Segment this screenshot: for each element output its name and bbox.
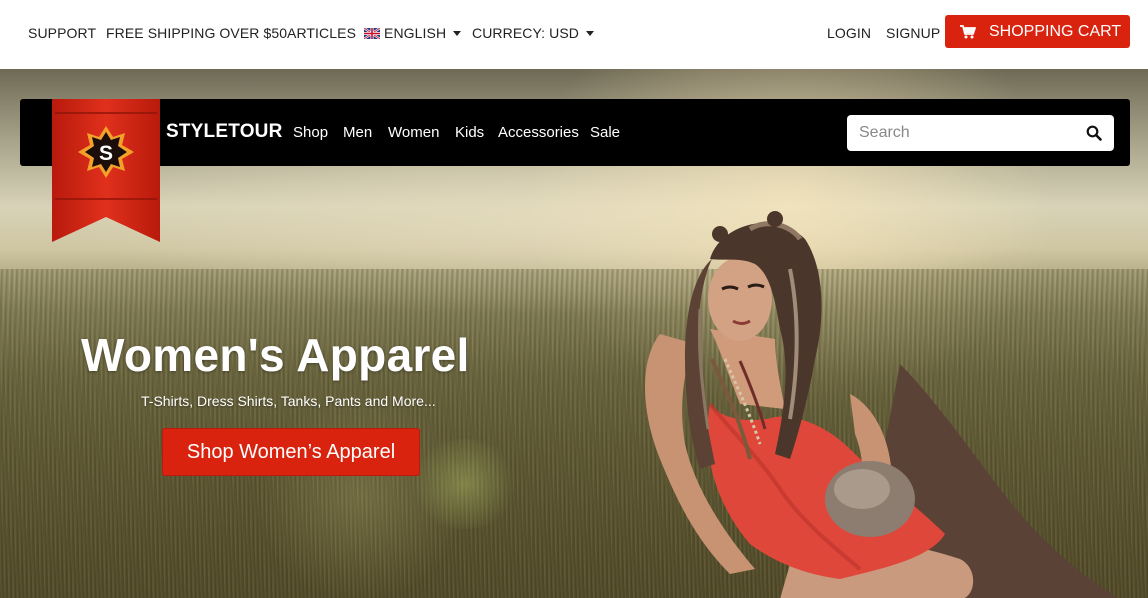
logo-letter: S bbox=[99, 142, 113, 165]
chevron-down-icon bbox=[586, 31, 594, 36]
search-input[interactable] bbox=[847, 115, 1077, 151]
shop-womens-apparel-button[interactable]: Shop Women’s Apparel bbox=[162, 428, 420, 476]
nav-accessories[interactable]: Accessories bbox=[498, 124, 579, 141]
top-utility-bar: SUPPORT FREE SHIPPING OVER $50 ARTICLES … bbox=[0, 0, 1148, 69]
search-box bbox=[847, 115, 1114, 151]
shopping-cart-button[interactable]: SHOPPING CART bbox=[945, 15, 1130, 48]
language-label: ENGLISH bbox=[384, 25, 447, 41]
search-icon[interactable] bbox=[1086, 125, 1102, 141]
signup-link[interactable]: SIGNUP bbox=[886, 24, 940, 42]
login-link[interactable]: LOGIN bbox=[827, 24, 871, 42]
chevron-down-icon bbox=[453, 31, 462, 36]
currency-label: CURRECY: USD bbox=[472, 25, 579, 41]
currency-dropdown[interactable]: CURRECY: USD bbox=[472, 24, 594, 42]
nav-women[interactable]: Women bbox=[388, 124, 439, 141]
nav-men[interactable]: Men bbox=[343, 124, 372, 141]
free-shipping-link[interactable]: FREE SHIPPING OVER $50 bbox=[106, 24, 287, 42]
support-link[interactable]: SUPPORT bbox=[28, 24, 96, 42]
brand-name[interactable]: STYLETOUR bbox=[166, 121, 283, 143]
bokeh-light bbox=[410, 439, 520, 529]
cart-icon bbox=[960, 25, 976, 39]
uk-flag-icon bbox=[364, 28, 380, 39]
language-dropdown[interactable]: ENGLISH bbox=[364, 24, 462, 42]
nav-kids[interactable]: Kids bbox=[455, 124, 484, 141]
nav-shop[interactable]: Shop bbox=[293, 124, 328, 141]
hero-subtitle: T-Shirts, Dress Shirts, Tanks, Pants and… bbox=[141, 393, 436, 409]
nav-sale[interactable]: Sale bbox=[590, 124, 620, 141]
articles-link[interactable]: ARTICLES bbox=[287, 24, 356, 42]
hero-model-image bbox=[645, 211, 1119, 598]
logo-ribbon[interactable]: S bbox=[52, 99, 160, 242]
hero-title: Women's Apparel bbox=[81, 329, 470, 381]
shopping-cart-label: SHOPPING CART bbox=[989, 23, 1122, 40]
